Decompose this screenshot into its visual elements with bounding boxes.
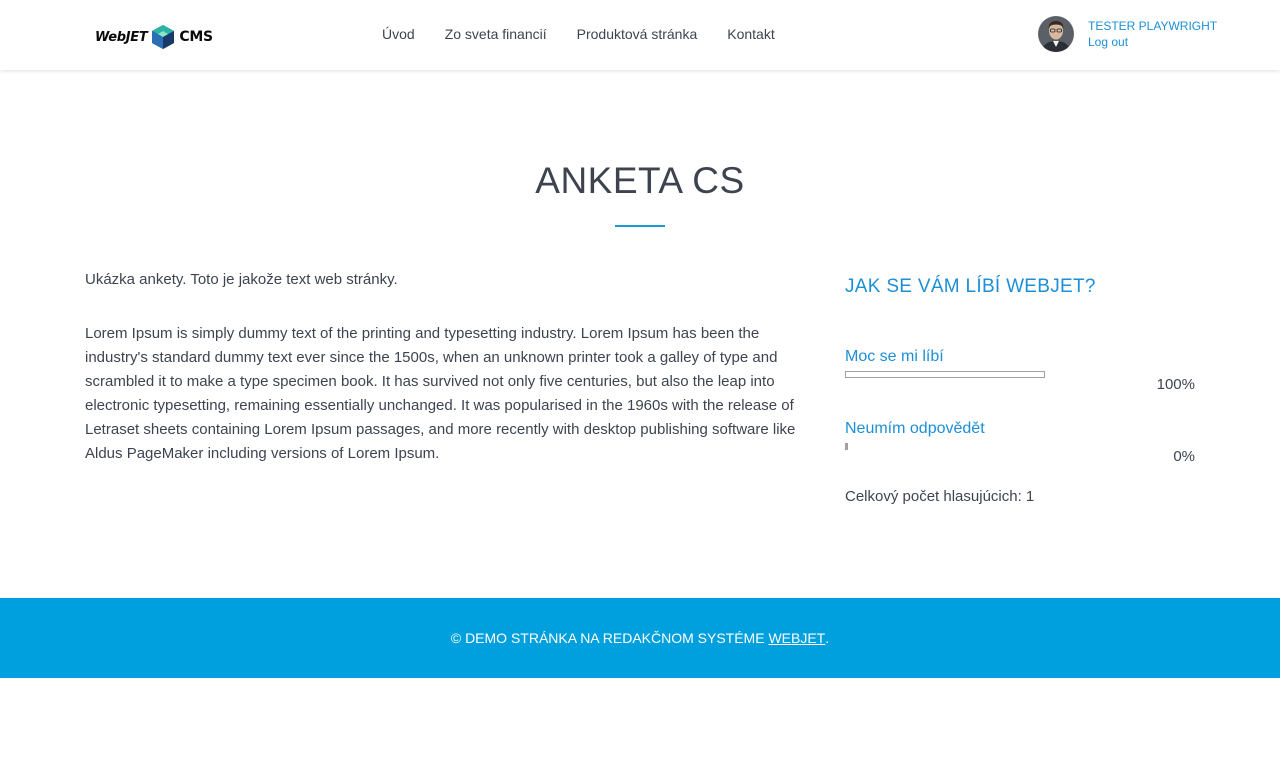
site-footer: © DEMO STRÁNKA NA REDAKČNOM SYSTÉME WEBJ… [0, 598, 1280, 678]
poll-result-bar-fill [845, 371, 1045, 378]
footer-text: © DEMO STRÁNKA NA REDAKČNOM SYSTÉME [450, 630, 765, 646]
poll-option: Neumím odpovědět 0% [845, 420, 1195, 492]
poll-option: Moc se mi líbí 100% [845, 348, 1195, 420]
footer-webjet-link[interactable]: WEBJET [768, 630, 825, 646]
poll-option-percent: 100% [1156, 376, 1195, 393]
poll-result-bar-fill [845, 443, 848, 450]
title-divider [615, 225, 665, 227]
page-title: ANKETA CS [535, 160, 745, 201]
user-panel: TESTER PLAYWRIGHT Log out [1038, 16, 1217, 52]
poll-widget: JAK SE VÁM LÍBÍ WEBJET? Moc se mi líbí 1… [845, 276, 1195, 505]
user-info: TESTER PLAYWRIGHT Log out [1088, 19, 1217, 49]
logout-link[interactable]: Log out [1088, 35, 1217, 49]
body-paragraph: Lorem Ipsum is simply dummy text of the … [85, 325, 796, 462]
footer-suffix: . [825, 630, 830, 646]
site-header: WebJET CMS Úvod Zo sveta financií Produk… [0, 0, 1280, 70]
logo-text-cms: CMS [179, 29, 213, 45]
poll-options: Moc se mi líbí 100% Neumím odpovědět 0% [845, 348, 1195, 492]
poll-question: JAK SE VÁM LÍBÍ WEBJET? [845, 276, 1096, 297]
nav-item-uvod[interactable]: Úvod [382, 26, 415, 42]
webjet-cube-icon [152, 25, 175, 49]
webjet-logo[interactable]: WebJET CMS [95, 24, 213, 50]
user-name[interactable]: TESTER PLAYWRIGHT [1088, 19, 1217, 33]
logo-text-webjet: WebJET [95, 29, 148, 45]
main-content: Ukázka ankety. Toto je jakože text web s… [85, 268, 820, 496]
poll-result-bar [845, 443, 1045, 450]
nav-item-kontakt[interactable]: Kontakt [727, 26, 774, 42]
main-navigation: Úvod Zo sveta financií Produktová stránk… [382, 26, 775, 42]
nav-item-produktova-stranka[interactable]: Produktová stránka [577, 26, 698, 42]
intro-paragraph: Ukázka ankety. Toto je jakože text web s… [85, 271, 398, 288]
avatar[interactable] [1038, 16, 1074, 52]
poll-result-bar [845, 371, 1045, 378]
nav-item-zo-sveta-financii[interactable]: Zo sveta financií [445, 26, 547, 42]
poll-option-label[interactable]: Moc se mi líbí [845, 348, 1195, 370]
poll-option-percent: 0% [1173, 448, 1195, 465]
poll-option-label[interactable]: Neumím odpovědět [845, 420, 1195, 442]
